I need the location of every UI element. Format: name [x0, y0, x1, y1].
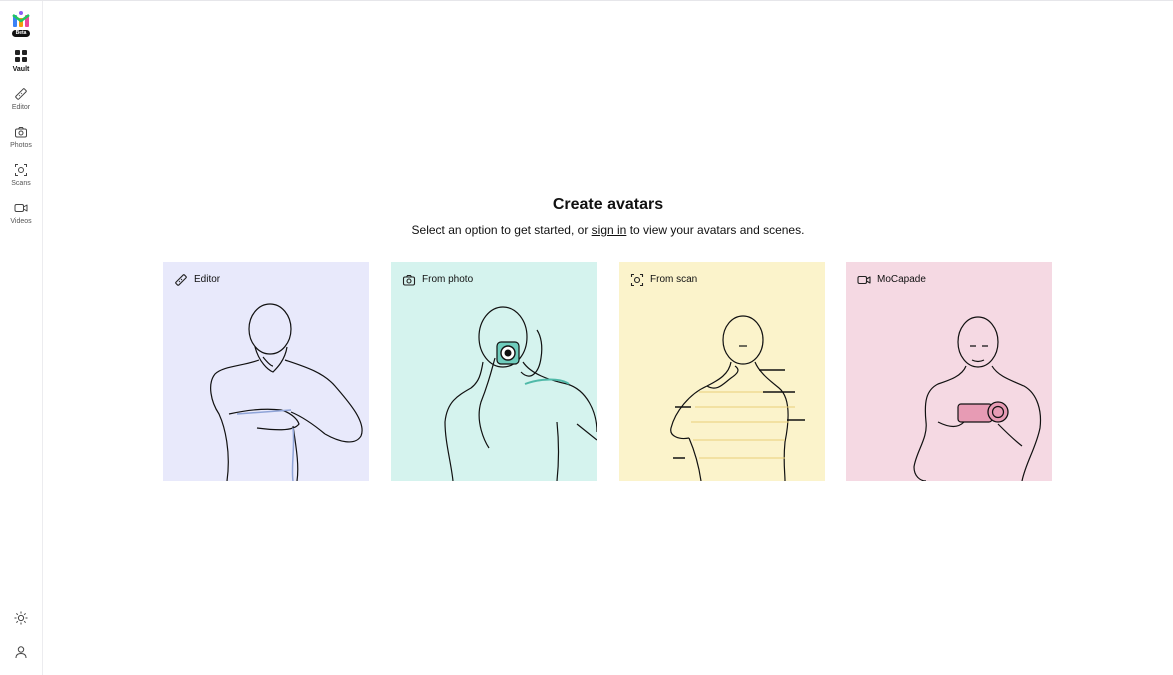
- card-from-photo[interactable]: From photo: [391, 262, 597, 481]
- video-icon: [14, 204, 28, 212]
- sidebar: Beta Vault Editor Photos Scans Videos: [0, 1, 43, 675]
- card-label: MoCapade: [877, 274, 926, 285]
- subtitle-text-after: to view your avatars and scenes.: [629, 223, 805, 237]
- sidebar-item-editor[interactable]: Editor: [0, 87, 42, 121]
- beta-badge: Beta: [12, 30, 30, 37]
- sidebar-item-label: Vault: [12, 66, 30, 73]
- mocapade-illustration: [846, 262, 1052, 481]
- scan-icon: [630, 273, 644, 287]
- editor-illustration: [163, 262, 369, 481]
- card-background: [619, 262, 825, 481]
- card-mocapade[interactable]: MoCapade: [846, 262, 1052, 481]
- logo-mark-icon: [12, 11, 30, 27]
- from-scan-illustration: [619, 262, 825, 481]
- card-label: From photo: [422, 274, 474, 285]
- grid-icon: [15, 50, 27, 62]
- sidebar-item-label: Photos: [10, 142, 32, 149]
- user-icon[interactable]: [14, 645, 28, 659]
- page-subtitle: Select an option to get started, or sign…: [308, 223, 908, 237]
- card-background: [846, 262, 1052, 481]
- camera-icon: [15, 127, 27, 138]
- card-editor[interactable]: Editor: [163, 262, 369, 481]
- sidebar-item-videos[interactable]: Videos: [0, 201, 42, 235]
- sidebar-item-label: Videos: [10, 218, 32, 225]
- camera-icon: [402, 274, 416, 286]
- top-border: [0, 0, 1173, 1]
- card-label: From scan: [650, 274, 698, 285]
- sidebar-item-label: Scans: [11, 180, 31, 187]
- video-icon: [857, 275, 871, 285]
- page-title: Create avatars: [552, 196, 664, 213]
- sun-icon[interactable]: [14, 611, 28, 625]
- card-background: [163, 262, 369, 481]
- subtitle-text-before: Select an option to get started, or: [411, 223, 589, 237]
- sign-in-link[interactable]: sign in: [592, 223, 627, 237]
- card-background: [391, 262, 597, 481]
- sidebar-item-vault[interactable]: Vault: [0, 49, 42, 83]
- card-from-scan[interactable]: From scan: [619, 262, 825, 481]
- card-label: Editor: [194, 274, 221, 285]
- sidebar-item-scans[interactable]: Scans: [0, 163, 42, 197]
- sidebar-item-photos[interactable]: Photos: [0, 125, 42, 159]
- ruler-icon: [15, 88, 27, 100]
- ruler-icon: [175, 274, 187, 286]
- from-photo-illustration: [391, 262, 597, 481]
- sidebar-item-label: Editor: [11, 104, 31, 111]
- scan-icon: [15, 164, 27, 176]
